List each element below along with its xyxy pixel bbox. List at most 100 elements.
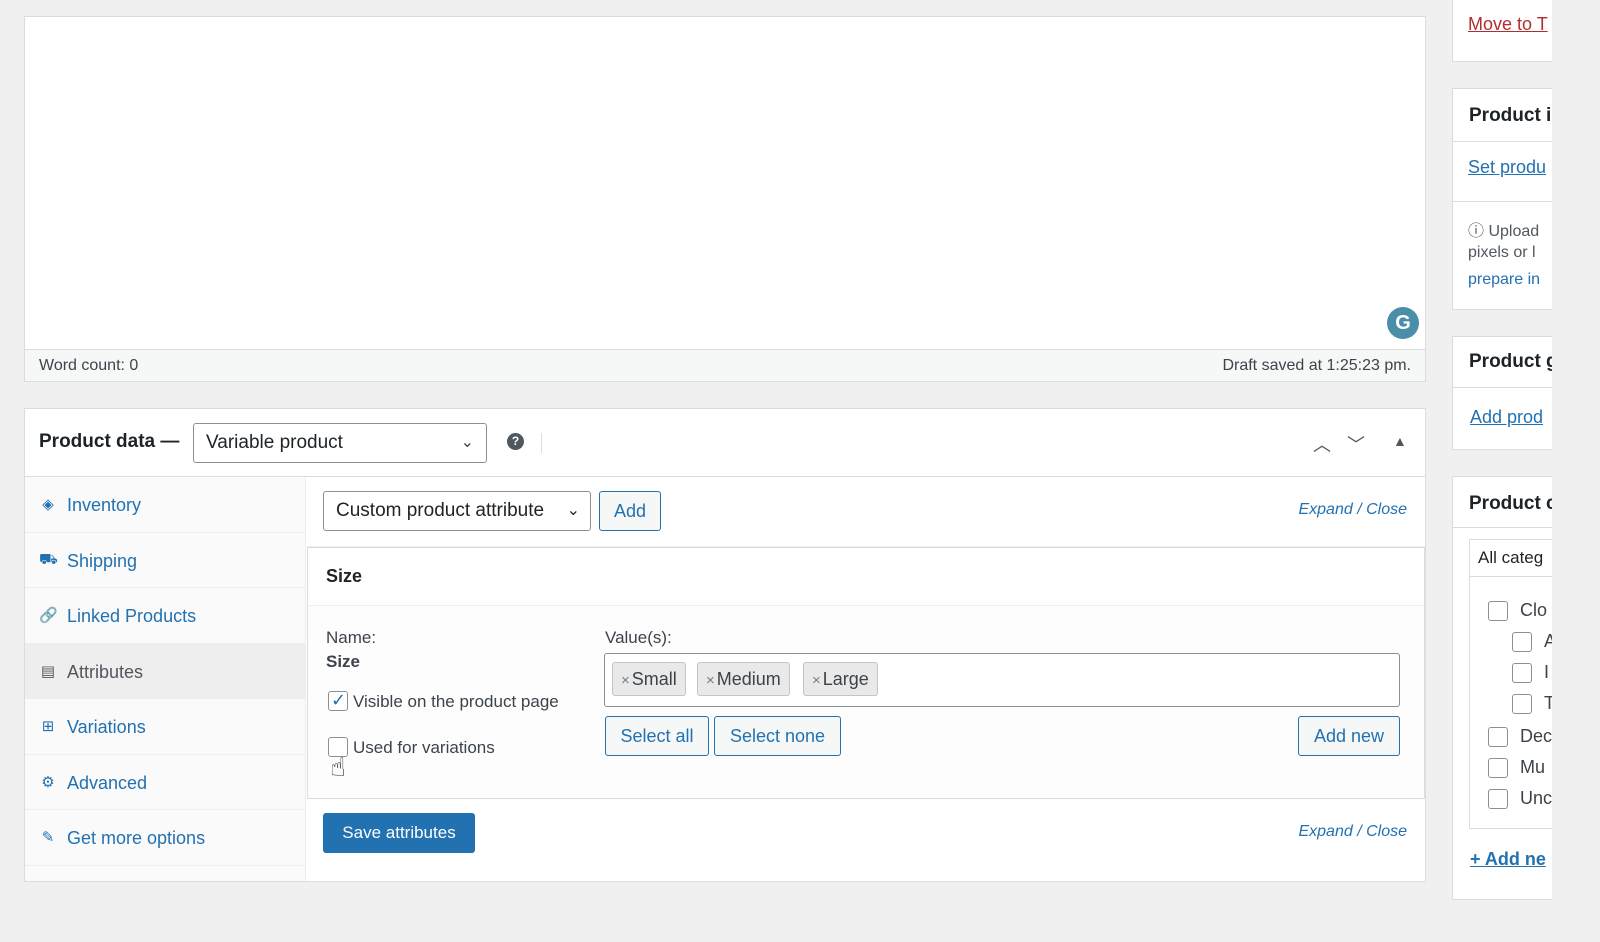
collapse-toggle-icon[interactable]: ▲ [1393, 433, 1407, 449]
header-separator [541, 433, 542, 453]
product-image-title: Product i [1469, 105, 1552, 126]
category-label: Mu [1520, 757, 1546, 777]
attribute-type-select[interactable]: Custom product attribute ⌄ [323, 491, 591, 531]
tab-label: Variations [67, 717, 146, 737]
add-attribute-button[interactable]: Add [599, 491, 661, 531]
remove-icon[interactable]: × [621, 672, 630, 689]
tag-icon: ◈ [42, 496, 54, 513]
tab-advanced[interactable]: ⚙ Advanced [25, 755, 305, 810]
select-all-button[interactable]: Select all [605, 716, 709, 756]
close-link[interactable]: Close [1366, 823, 1407, 840]
gear-icon: ⚙ [41, 773, 55, 791]
all-categories-tab[interactable]: All categ [1469, 539, 1552, 577]
select-none-button[interactable]: Select none [714, 716, 841, 756]
category-checkbox[interactable] [1488, 727, 1508, 747]
chevron-down-icon: ⌄ [566, 502, 580, 519]
attribute-item-header[interactable]: Size [308, 548, 1424, 606]
move-to-trash-link[interactable]: Move to T [1468, 14, 1548, 35]
expand-close-links: Expand / Close [1298, 501, 1407, 519]
visible-label: Visible on the product page [353, 692, 559, 711]
upload-note-line-2: pixels or l [1468, 244, 1536, 261]
product-gallery-title: Product g [1469, 351, 1552, 372]
divider [1453, 527, 1552, 528]
category-label: Unc [1520, 788, 1552, 808]
tab-shipping[interactable]: ⛟ Shipping [25, 533, 305, 588]
attribute-heading: Size [326, 566, 363, 586]
category-checkbox[interactable] [1512, 694, 1532, 714]
category-checkbox[interactable] [1512, 632, 1532, 652]
tab-label: Get more options [67, 828, 206, 848]
remove-icon[interactable]: × [706, 672, 715, 689]
remove-icon[interactable]: × [812, 672, 821, 689]
divider [1453, 201, 1552, 202]
product-type-select[interactable]: Variable product ⌄ [193, 423, 487, 463]
category-label: A [1544, 631, 1552, 652]
product-image-box: Product i Set produ ⓘ Upload pixels or l… [1452, 88, 1552, 310]
link-separator: / [1357, 501, 1362, 518]
close-link[interactable]: Close [1366, 501, 1407, 518]
tab-label: Shipping [67, 550, 138, 571]
product-data-box: Product data — Variable product ⌄ ? ︿ ﹀ … [24, 408, 1426, 882]
product-data-header: Product data — Variable product ⌄ ? ︿ ﹀ … [25, 409, 1425, 477]
tab-label: Linked Products [67, 606, 197, 626]
divider [1453, 387, 1552, 388]
word-count: Word count: 0 [39, 357, 139, 374]
help-icon[interactable]: ? [507, 433, 524, 450]
name-value: Size [326, 652, 361, 671]
divider [1453, 141, 1552, 142]
truck-icon: ⛟ [39, 550, 58, 568]
set-product-image-link[interactable]: Set produ [1468, 157, 1546, 178]
used-for-variations-label: Used for variations [353, 738, 495, 757]
expand-close-links-bottom: Expand / Close [1298, 823, 1407, 841]
product-gallery-box: Product g Add prod [1452, 336, 1552, 450]
add-gallery-images-link[interactable]: Add prod [1470, 407, 1543, 428]
plug-icon: ✎ [41, 829, 55, 846]
attribute-type-value: Custom product attribute [336, 500, 545, 521]
editor-text-area[interactable]: G [25, 17, 1425, 349]
values-input[interactable]: × Small × Medium × Large [604, 653, 1400, 707]
product-type-value: Variable product [206, 432, 343, 453]
content-editor: G Word count: 0 Draft saved at 1:25:23 p… [24, 16, 1426, 382]
visible-checkbox[interactable] [328, 690, 348, 711]
list-icon: ▤ [40, 662, 56, 680]
save-attributes-button[interactable]: Save attributes [323, 813, 475, 853]
draft-saved-status: Draft saved at 1:25:23 pm. [1222, 357, 1411, 374]
tab-linked-products[interactable]: 🔗 Linked Products [25, 588, 305, 644]
category-checkbox[interactable] [1488, 601, 1508, 621]
add-new-value-button[interactable]: Add new [1298, 716, 1400, 756]
product-categories-title: Product c [1469, 493, 1552, 514]
grid-icon: ⊞ [41, 718, 55, 735]
add-new-category-link[interactable]: + Add ne [1470, 849, 1546, 870]
expand-link[interactable]: Expand [1298, 823, 1352, 840]
product-data-tabs: ◈ Inventory ⛟ Shipping 🔗 Linked Products… [25, 477, 306, 881]
category-checkbox[interactable] [1512, 663, 1532, 683]
prepare-images-link[interactable]: prepare in [1468, 271, 1540, 289]
category-label: T [1544, 693, 1552, 714]
value-token-small[interactable]: × Small [612, 662, 686, 696]
link-separator: / [1357, 823, 1362, 840]
category-label: I [1544, 662, 1550, 682]
move-up-icon[interactable]: ︿ [1313, 431, 1331, 457]
value-token-medium[interactable]: × Medium [697, 662, 790, 696]
token-label: Small [631, 669, 677, 689]
chevron-down-icon: ⌄ [460, 434, 474, 451]
tab-label: Advanced [67, 772, 148, 793]
expand-link[interactable]: Expand [1298, 501, 1352, 518]
value-token-large[interactable]: × Large [803, 662, 878, 696]
editor-status-bar: Word count: 0 Draft saved at 1:25:23 pm. [25, 349, 1425, 381]
attribute-item-body: Name: Size Visible on the product page U… [308, 606, 1424, 798]
category-checkbox[interactable] [1488, 789, 1508, 809]
tab-get-more-options[interactable]: ✎ Get more options [25, 810, 305, 866]
move-down-icon[interactable]: ﹀ [1347, 431, 1365, 457]
category-checkbox[interactable] [1488, 758, 1508, 778]
categories-list: Clo A I T Dec Mu Unc [1469, 577, 1552, 829]
tab-variations[interactable]: ⊞ Variations [25, 699, 305, 755]
tab-attributes[interactable]: ▤ Attributes [25, 643, 305, 699]
tab-inventory[interactable]: ◈ Inventory [25, 477, 305, 533]
values-label: Value(s): [605, 628, 672, 647]
tab-label: Attributes [67, 661, 144, 682]
attribute-item: Size Name: Size Visible on the product p… [307, 547, 1425, 799]
category-label: Clo [1520, 600, 1548, 620]
grammarly-icon[interactable]: G [1387, 307, 1419, 339]
product-categories-box: Product c All categ Clo A I T Dec Mu Unc… [1452, 476, 1552, 900]
